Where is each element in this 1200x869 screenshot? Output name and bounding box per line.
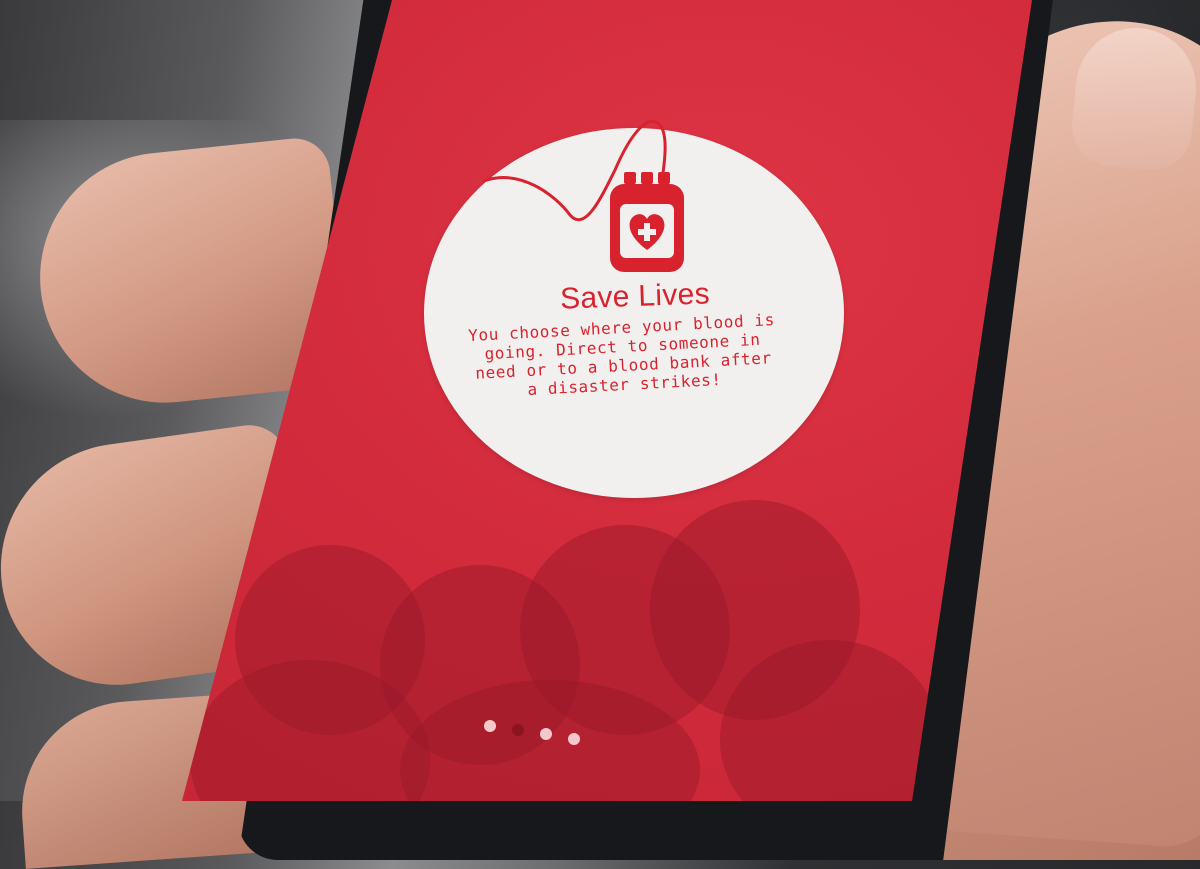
pagination-dot[interactable] <box>568 733 580 745</box>
page-description: You choose where your blood is going. Di… <box>467 310 776 400</box>
pagination-dots[interactable] <box>482 716 592 746</box>
pagination-dot[interactable] <box>484 720 496 732</box>
blood-bag-icon <box>610 172 684 272</box>
pagination-dot[interactable] <box>540 728 552 740</box>
pagination-dot-active[interactable] <box>512 724 524 736</box>
